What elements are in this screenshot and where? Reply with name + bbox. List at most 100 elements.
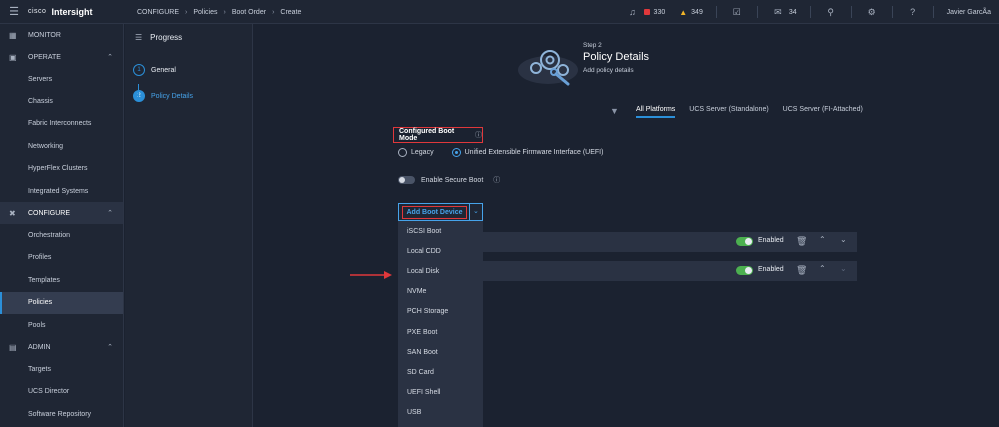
megaphone-icon[interactable]: ✉ bbox=[771, 7, 785, 18]
chevron-down-icon[interactable]: ⌄ bbox=[473, 207, 479, 215]
chevron-up-icon[interactable]: ⌃ bbox=[819, 235, 826, 244]
radio-legacy[interactable] bbox=[398, 148, 407, 157]
info-icon[interactable]: ⓘ bbox=[493, 175, 500, 185]
list-icon[interactable]: ☰ bbox=[135, 33, 142, 42]
menu-item-san-boot[interactable]: SAN Boot bbox=[398, 342, 483, 362]
sidebar-section-label: MONITOR bbox=[28, 31, 61, 39]
chevron-up-icon: ⌃ bbox=[107, 210, 113, 218]
progress-title: Progress bbox=[150, 32, 183, 42]
tasks-icon[interactable]: ☑ bbox=[730, 7, 744, 18]
step-general[interactable]: 1 General bbox=[125, 60, 252, 80]
warning-alert-icon: ▲ bbox=[679, 7, 688, 17]
menu-item-usb[interactable]: USB bbox=[398, 403, 483, 423]
secure-boot-toggle[interactable] bbox=[398, 176, 415, 184]
breadcrumb-create: Create bbox=[280, 8, 302, 16]
chevron-down-icon[interactable]: ⌄ bbox=[840, 235, 847, 244]
tab-all-platforms[interactable]: All Platforms bbox=[636, 106, 676, 118]
menu-item-pch-storage[interactable]: PCH Storage bbox=[398, 302, 483, 322]
tab-ucs-standalone[interactable]: UCS Server (Standalone) bbox=[689, 106, 768, 118]
admin-icon: ▤ bbox=[9, 342, 17, 352]
breadcrumb-policies[interactable]: Policies bbox=[193, 9, 217, 16]
sidebar-item-targets[interactable]: Targets bbox=[0, 358, 123, 380]
sidebar-item-chassis[interactable]: Chassis bbox=[0, 90, 123, 112]
radio-uefi[interactable] bbox=[451, 148, 461, 157]
step-connector bbox=[138, 84, 139, 100]
step-number: 2 bbox=[133, 90, 145, 102]
sidebar-item-software-repository[interactable]: Software Repository bbox=[0, 403, 123, 425]
menu-item-local-cdd[interactable]: Local CDD bbox=[398, 241, 483, 261]
info-icon[interactable]: ⓘ bbox=[475, 130, 482, 140]
sidebar-item-pools[interactable]: Pools bbox=[0, 314, 123, 336]
boot-device-row[interactable]: Enabled 🗑 ⌃ ⌄ bbox=[482, 261, 857, 281]
user-name[interactable]: Javier GarcÃ­a bbox=[947, 9, 991, 16]
add-boot-device-button[interactable]: Add Boot Device bbox=[402, 206, 467, 219]
sidebar-item-integrated-systems[interactable]: Integrated Systems bbox=[0, 180, 123, 202]
sidebar-section-configure[interactable]: ✖ CONFIGURE ⌃ bbox=[0, 202, 123, 225]
monitor-icon: ▦ bbox=[9, 30, 17, 40]
sidebar-item-orchestration[interactable]: Orchestration bbox=[0, 224, 123, 246]
sidebar-item-ucs-director[interactable]: UCS Director bbox=[0, 381, 123, 403]
enabled-toggle[interactable] bbox=[736, 237, 753, 246]
menu-item-nvme[interactable]: NVMe bbox=[398, 282, 483, 302]
sidebar-section-label: CONFIGURE bbox=[28, 209, 70, 217]
boot-device-row[interactable]: Enabled 🗑 ⌃ ⌄ bbox=[482, 232, 857, 252]
menu-item-local-disk[interactable]: Local Disk bbox=[398, 261, 483, 281]
callout-arrow-icon bbox=[350, 271, 392, 279]
step-policy-details[interactable]: 2 Policy Details bbox=[125, 86, 252, 106]
menu-item-uefi-shell[interactable]: UEFI Shell bbox=[398, 383, 483, 403]
sidebar-item-policies[interactable]: Policies bbox=[0, 291, 123, 314]
step-number: 1 bbox=[133, 64, 145, 76]
top-actions: ♫ 330 ▲ 349 ☑ ✉ 34 ⚲ ⚙ ? Javier GarcÃ­a bbox=[626, 0, 991, 24]
chevron-right-icon: › bbox=[223, 8, 226, 16]
help-icon[interactable]: ? bbox=[906, 7, 920, 17]
boot-device-menu: iSCSI Boot Local CDD Local Disk NVMe PCH… bbox=[398, 221, 483, 427]
filter-icon[interactable]: ▼ bbox=[610, 106, 619, 116]
menu-item-pxe-boot[interactable]: PXE Boot bbox=[398, 322, 483, 342]
critical-alert-icon bbox=[643, 9, 650, 15]
tab-ucs-fi-attached[interactable]: UCS Server (FI-Attached) bbox=[783, 106, 863, 118]
breadcrumb: CONFIGURE › Policies › Boot Order › Crea… bbox=[137, 0, 301, 24]
search-icon[interactable]: ⚲ bbox=[824, 7, 838, 18]
chevron-up-icon: ⌃ bbox=[107, 54, 113, 61]
boot-mode-radio-group: Legacy Unified Extensible Firmware Inter… bbox=[398, 148, 603, 157]
sidebar-item-hyperflex-clusters[interactable]: HyperFlex Clusters bbox=[0, 158, 123, 180]
trash-icon[interactable]: 🗑 bbox=[796, 265, 807, 276]
sidebar-section-admin[interactable]: ▤ ADMIN ⌃ bbox=[0, 336, 123, 358]
policy-gears-icon bbox=[518, 50, 578, 86]
secure-boot-row: Enable Secure Boot ⓘ bbox=[398, 175, 500, 185]
chevron-down-icon[interactable]: ⌄ bbox=[840, 264, 847, 273]
step-indicator: Step 2 bbox=[583, 42, 602, 49]
menu-item-iscsi-boot[interactable]: iSCSI Boot bbox=[398, 221, 483, 241]
sidebar-section-operate[interactable]: ▣ OPERATE ⌃ bbox=[0, 46, 123, 68]
gear-icon[interactable]: ⚙ bbox=[865, 7, 879, 18]
breadcrumb-boot-order[interactable]: Boot Order bbox=[232, 9, 266, 16]
hamburger-icon[interactable]: ☰ bbox=[0, 0, 28, 24]
add-boot-device-dropdown[interactable]: Add Boot Device ⌄ bbox=[398, 203, 483, 221]
critical-alert-count[interactable]: 330 bbox=[654, 9, 666, 16]
sidebar-section-monitor[interactable]: ▦ MONITOR bbox=[0, 24, 123, 46]
secure-boot-label: Enable Secure Boot bbox=[421, 176, 484, 184]
warning-alert-count[interactable]: 349 bbox=[691, 9, 703, 16]
bell-icon[interactable]: ♫ bbox=[626, 7, 640, 17]
chevron-up-icon[interactable]: ⌃ bbox=[819, 264, 826, 273]
sidebar-section-label: OPERATE bbox=[28, 53, 61, 61]
enabled-label: Enabled bbox=[758, 237, 784, 244]
announcements-count[interactable]: 34 bbox=[789, 9, 797, 16]
boot-mode-label: Configured Boot Mode bbox=[399, 128, 455, 142]
sidebar-item-templates[interactable]: Templates bbox=[0, 269, 123, 291]
trash-icon[interactable]: 🗑 bbox=[796, 236, 807, 247]
sidebar-item-profiles[interactable]: Profiles bbox=[0, 247, 123, 269]
enabled-toggle[interactable] bbox=[736, 266, 753, 275]
sidebar-section-label: ADMIN bbox=[28, 343, 51, 351]
sidebar-item-networking[interactable]: Networking bbox=[0, 135, 123, 157]
page-subtitle: Add policy details bbox=[583, 67, 634, 74]
menu-item-sd-card[interactable]: SD Card bbox=[398, 362, 483, 382]
breadcrumb-configure[interactable]: CONFIGURE bbox=[137, 9, 179, 16]
sidebar-item-servers[interactable]: Servers bbox=[0, 68, 123, 90]
enabled-label: Enabled bbox=[758, 266, 784, 273]
sidebar-item-fabric-interconnects[interactable]: Fabric Interconnects bbox=[0, 113, 123, 135]
sidebar: ▦ MONITOR ▣ OPERATE ⌃ Servers Chassis Fa… bbox=[0, 24, 124, 427]
main-content: Step 2 Policy Details Add policy details… bbox=[254, 24, 999, 427]
step-label: Policy Details bbox=[151, 92, 194, 100]
brand[interactable]: cisco Intersight bbox=[28, 0, 126, 24]
